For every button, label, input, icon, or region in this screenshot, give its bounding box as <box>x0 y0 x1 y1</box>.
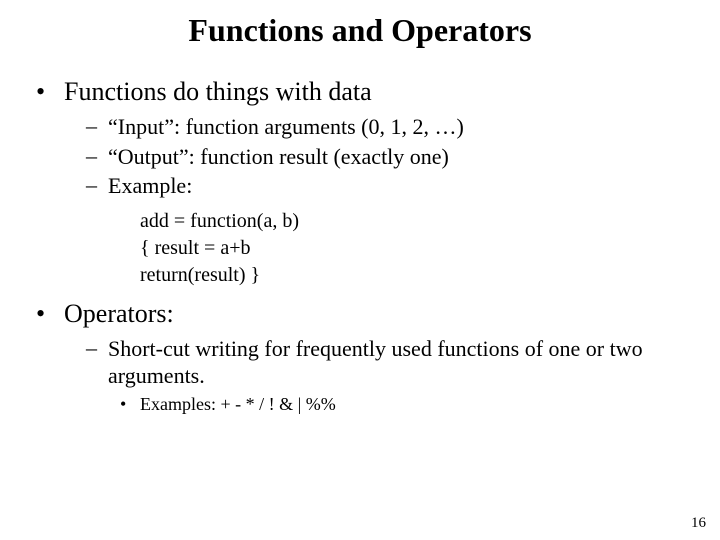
subbullet-input: – “Input”: function arguments (0, 1, 2, … <box>86 113 690 141</box>
subbullet-output: – “Output”: function result (exactly one… <box>86 143 690 171</box>
bullet-dot-icon: • <box>36 299 64 329</box>
dash-icon: – <box>86 172 108 200</box>
bullet-dot-icon: • <box>36 77 64 107</box>
code-line-3: return(result) } <box>140 262 690 289</box>
page-number: 16 <box>691 515 706 532</box>
dash-icon: – <box>86 143 108 171</box>
subbullet-output-text: “Output”: function result (exactly one) <box>108 143 690 171</box>
code-line-1: add = function(a, b) <box>140 208 690 235</box>
subbullet-input-text: “Input”: function arguments (0, 1, 2, …) <box>108 113 690 141</box>
subbullet-example: – Example: <box>86 172 690 200</box>
subbullet-shortcut: – Short-cut writing for frequently used … <box>86 335 690 390</box>
code-block: add = function(a, b) { result = a+b retu… <box>140 208 690 289</box>
subbullet-shortcut-text: Short-cut writing for frequently used fu… <box>108 335 690 390</box>
bullet-functions: • Functions do things with data <box>36 77 690 107</box>
subsubbullet-examples: • Examples: + - * / ! & | %% <box>120 394 690 415</box>
code-line-2: { result = a+b <box>140 235 690 262</box>
subsubbullet-examples-text: Examples: + - * / ! & | %% <box>140 394 336 415</box>
bullet-operators-text: Operators: <box>64 299 690 329</box>
slide-title: Functions and Operators <box>30 12 690 49</box>
bullet-dot-icon: • <box>120 394 140 415</box>
bullet-operators: • Operators: <box>36 299 690 329</box>
subbullet-example-text: Example: <box>108 172 690 200</box>
dash-icon: – <box>86 335 108 390</box>
bullet-functions-text: Functions do things with data <box>64 77 690 107</box>
dash-icon: – <box>86 113 108 141</box>
